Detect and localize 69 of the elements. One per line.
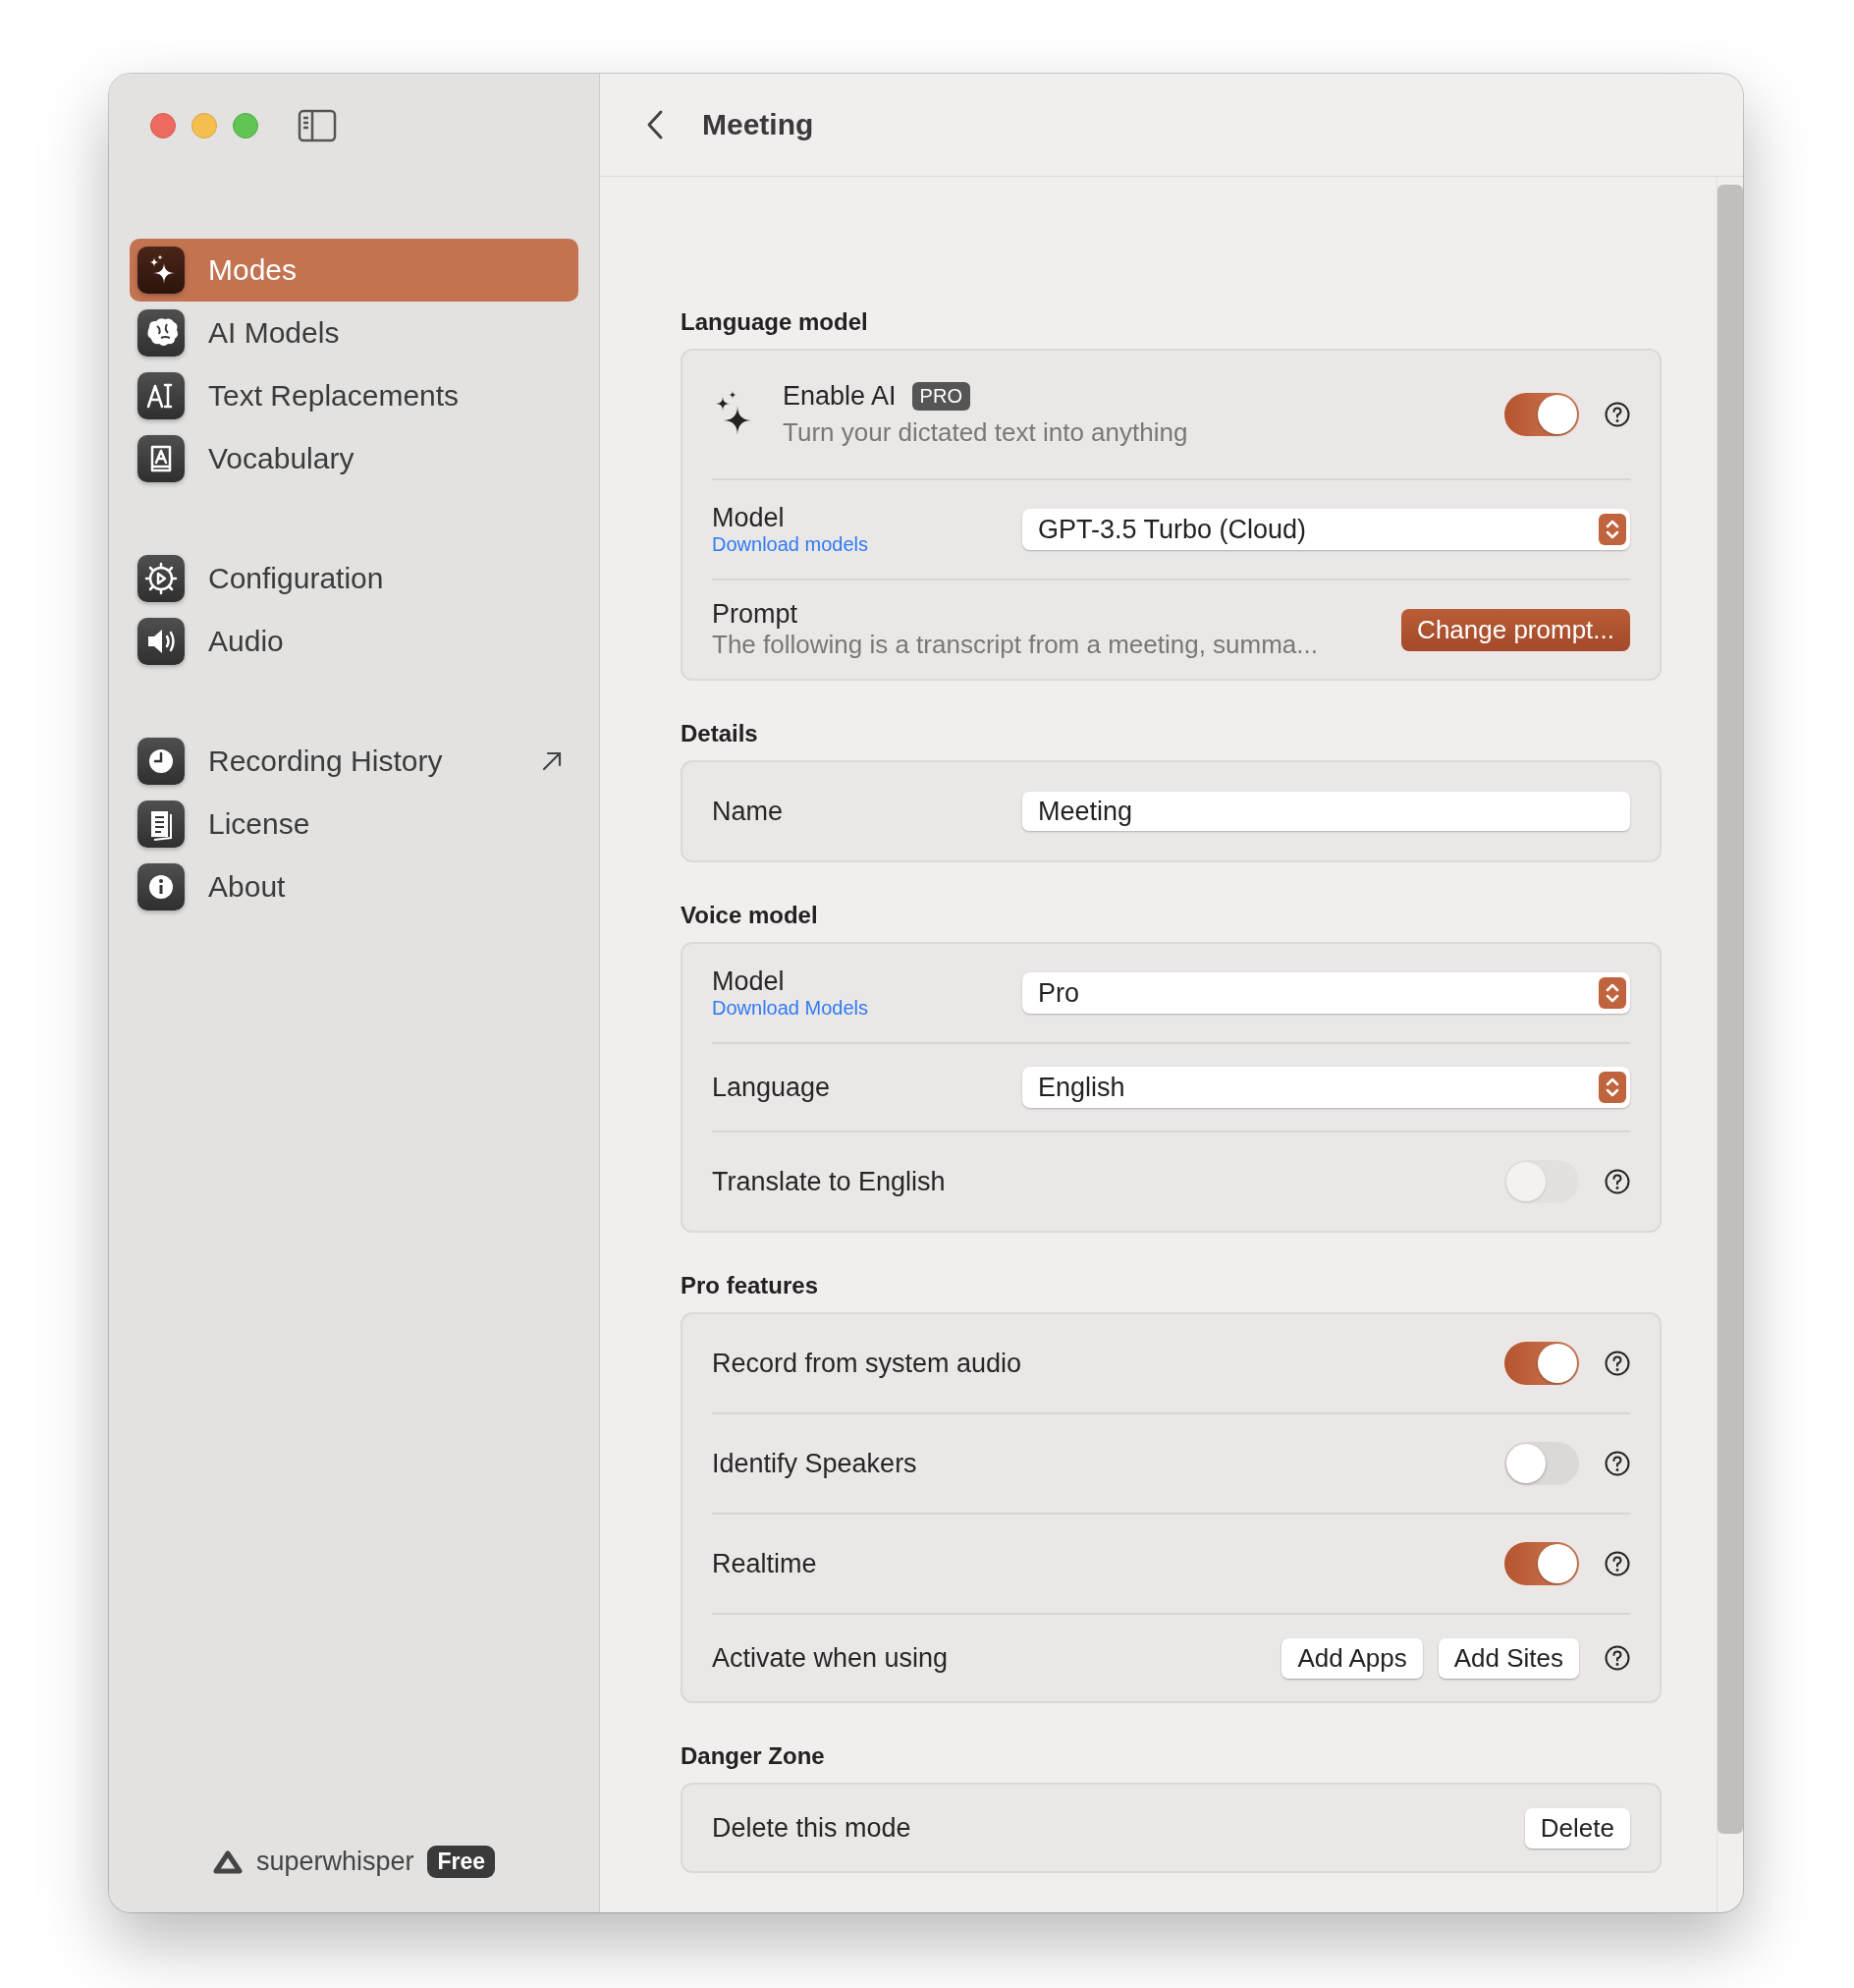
minimize-button[interactable] — [191, 112, 217, 138]
setting-label: Activate when using — [712, 1642, 950, 1674]
setting-label: Identify Speakers — [712, 1448, 918, 1479]
delete-button[interactable]: Delete — [1524, 1807, 1630, 1849]
field-label: Model — [712, 503, 786, 533]
name-field[interactable]: Meeting — [1022, 792, 1630, 831]
clock-icon — [137, 738, 185, 785]
sidebar-item[interactable]: About — [130, 856, 578, 918]
zoom-button[interactable] — [233, 112, 258, 138]
info-icon — [137, 863, 185, 911]
sparkles-icon — [137, 247, 185, 294]
help-icon — [1605, 1645, 1630, 1671]
dropdown-select[interactable]: Pro — [1022, 972, 1630, 1014]
field-label: Model — [712, 966, 786, 997]
sidebar-item[interactable]: AI Models — [130, 302, 578, 364]
setting-description: Turn your dictated text into anything — [783, 417, 1189, 448]
section-heading: Details — [681, 720, 759, 747]
help-icon — [1605, 402, 1630, 427]
help-icon — [1605, 1551, 1630, 1576]
help-icon — [1605, 1451, 1630, 1476]
external-link-icon — [541, 750, 563, 772]
field-label: Language — [712, 1072, 832, 1103]
section-heading: Language model — [681, 308, 869, 336]
speaker-icon — [137, 618, 185, 665]
section-heading: Voice model — [681, 902, 819, 929]
back-icon[interactable] — [645, 109, 665, 140]
prompt-preview: The following is a transcript from a meeting, summa... — [712, 630, 1319, 660]
stepper-icon — [1599, 514, 1626, 545]
help-icon — [1605, 1169, 1630, 1194]
field-label: Name — [712, 796, 785, 827]
toggle-switch[interactable] — [1504, 1542, 1579, 1585]
text-cursor-icon — [137, 372, 185, 419]
brain-icon — [137, 309, 185, 357]
app-name: superwhisper — [255, 1847, 414, 1877]
setting-label: Enable AI — [783, 381, 897, 412]
stepper-icon — [1599, 1072, 1626, 1103]
sidebar-item[interactable]: Vocabulary — [130, 427, 578, 490]
field-label: Prompt — [712, 599, 799, 630]
sidebar-item[interactable]: Text Replacements — [130, 364, 578, 427]
setting-label: Delete this mode — [712, 1812, 912, 1844]
close-button[interactable] — [150, 112, 176, 138]
section-heading: Pro features — [681, 1272, 820, 1299]
toggle-switch[interactable] — [1504, 1342, 1579, 1385]
page-title: Meeting — [702, 108, 814, 141]
stepper-icon — [1599, 977, 1626, 1009]
help-icon — [1605, 1351, 1630, 1376]
section-heading: Danger Zone — [681, 1742, 826, 1770]
setting-label: Record from system audio — [712, 1348, 1023, 1379]
logo-icon — [212, 1849, 243, 1875]
sidebar-toggle-icon[interactable] — [298, 108, 337, 142]
toggle-switch[interactable] — [1504, 393, 1579, 436]
setting-label: Translate to English — [712, 1166, 947, 1197]
toggle-switch[interactable] — [1504, 1442, 1579, 1485]
gear-icon — [137, 555, 185, 602]
plan-badge: Free — [427, 1846, 496, 1878]
sidebar-item[interactable]: Modes — [130, 239, 578, 302]
sidebar-item[interactable]: Audio — [130, 610, 578, 673]
change-prompt-button[interactable]: Change prompt... — [1401, 608, 1630, 651]
dropdown-select[interactable]: GPT-3.5 Turbo (Cloud) — [1022, 509, 1630, 550]
dropdown-select[interactable]: English — [1022, 1067, 1630, 1108]
sidebar-item[interactable]: Recording History — [130, 730, 578, 793]
pro-badge: PRO — [911, 382, 970, 411]
book-icon — [137, 435, 185, 482]
setting-label: Realtime — [712, 1548, 818, 1579]
sidebar-item[interactable]: Configuration — [130, 547, 578, 610]
add-button[interactable]: Add Apps — [1281, 1637, 1423, 1679]
add-button[interactable]: Add Sites — [1438, 1637, 1579, 1679]
document-icon — [137, 801, 185, 848]
sidebar-item[interactable]: License — [130, 793, 578, 856]
